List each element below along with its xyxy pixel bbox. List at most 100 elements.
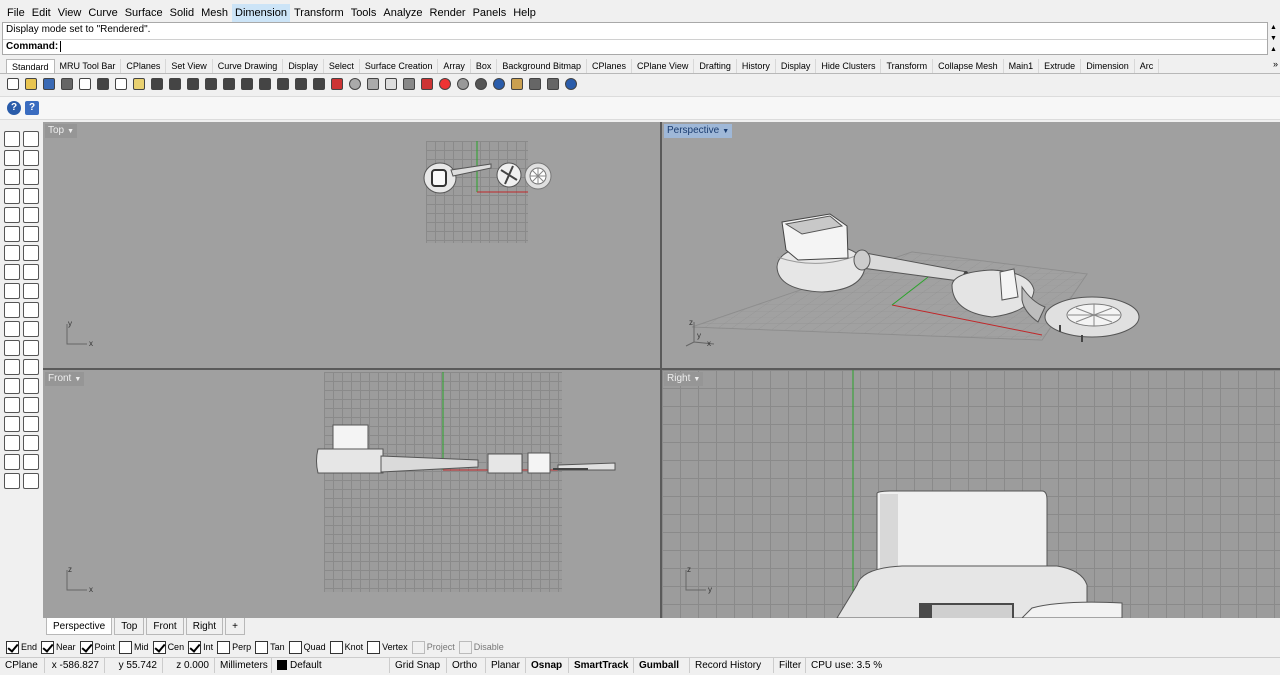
status-units[interactable]: Millimeters (215, 658, 272, 673)
circle-icon[interactable] (4, 169, 20, 185)
toolbar-tab-extrude[interactable]: Extrude (1039, 59, 1082, 73)
grid-snap-button[interactable]: Grid Snap (390, 658, 447, 673)
point-on-icon[interactable] (364, 76, 381, 93)
toolbar-tab-drafting[interactable]: Drafting (694, 59, 737, 73)
rectangle-icon[interactable] (23, 188, 39, 204)
dimension-icon[interactable] (4, 378, 20, 394)
toolbar-tabs-more-icon[interactable]: » (1273, 59, 1278, 69)
move-icon[interactable] (4, 321, 20, 337)
toolbar-tab-mru-tool-bar[interactable]: MRU Tool Bar (55, 59, 122, 73)
new-file-icon[interactable] (4, 76, 21, 93)
analyze-surface-icon[interactable] (418, 76, 435, 93)
scroll-down-icon[interactable]: ▼ (1268, 33, 1279, 44)
undo-icon[interactable] (148, 76, 165, 93)
viewport-front[interactable]: Front ▼ z x (43, 370, 660, 618)
menu-transform[interactable]: Transform (291, 4, 347, 22)
menu-view[interactable]: View (55, 4, 85, 22)
menu-panels[interactable]: Panels (470, 4, 510, 22)
toolbar-tab-cplanes[interactable]: CPlanes (121, 59, 167, 73)
boolean-union-icon[interactable] (4, 302, 20, 318)
viewport-label-right[interactable]: Right ▼ (664, 372, 704, 386)
toolbar-tab-array[interactable]: Array (438, 59, 471, 73)
viewport-tab-perspective[interactable]: Perspective (46, 618, 113, 635)
scale-icon[interactable] (23, 340, 39, 356)
toolbar-tab-dimension[interactable]: Dimension (1081, 59, 1135, 73)
hatch-icon[interactable] (23, 397, 39, 413)
extrude-icon[interactable] (23, 283, 39, 299)
toolbar-tab-history[interactable]: History (737, 59, 776, 73)
osnap-checkbox[interactable] (367, 640, 381, 654)
grid-options-icon[interactable] (310, 76, 327, 93)
toolbar-tab-collapse-mesh[interactable]: Collapse Mesh (933, 59, 1004, 73)
osnap-checkbox[interactable] (6, 640, 19, 654)
ortho-button[interactable]: Ortho (447, 658, 486, 673)
free-form-icon[interactable] (23, 207, 39, 223)
viewport-top[interactable]: Top ▼ y x (43, 122, 660, 368)
osnap-mid[interactable]: Mid (119, 640, 149, 654)
rotate-view-icon[interactable] (184, 76, 201, 93)
toolbar-tab-display[interactable]: Display (776, 59, 817, 73)
curve-cv-icon[interactable] (23, 150, 39, 166)
layer-settings-icon[interactable] (526, 76, 543, 93)
toolbar-tab-transform[interactable]: Transform (881, 59, 934, 73)
copy-icon[interactable] (112, 76, 129, 93)
box-icon[interactable] (4, 264, 20, 280)
chevron-down-icon[interactable]: ▼ (74, 373, 81, 387)
osnap-cen[interactable]: Cen (152, 640, 184, 654)
pan-icon[interactable] (166, 76, 183, 93)
zoom-dynamic-icon[interactable] (202, 76, 219, 93)
osnap-checkbox[interactable] (119, 640, 133, 654)
check-icon[interactable] (23, 454, 39, 470)
shaded-icon[interactable] (472, 76, 489, 93)
lock-icon[interactable] (400, 76, 417, 93)
osnap-near[interactable]: Near (41, 640, 76, 654)
point-icon[interactable] (23, 131, 39, 147)
rendered-sphere-icon[interactable] (490, 76, 507, 93)
toolbar-tab-main1[interactable]: Main1 (1004, 59, 1040, 73)
gumball-button[interactable]: Gumball (634, 658, 690, 673)
loft-icon[interactable] (23, 245, 39, 261)
status-layer[interactable]: Default (272, 658, 390, 673)
surface-corner-icon[interactable] (4, 245, 20, 261)
osnap-perp[interactable]: Perp (217, 640, 251, 654)
zoom-extents-icon[interactable] (238, 76, 255, 93)
smarttrack-button[interactable]: SmartTrack (569, 658, 634, 673)
transform-icon[interactable] (4, 359, 20, 375)
sphere-icon[interactable] (23, 264, 39, 280)
toolbar-tab-set-view[interactable]: Set View (166, 59, 213, 73)
osnap-button[interactable]: Osnap (526, 658, 569, 673)
status-cplane[interactable]: CPlane (0, 658, 45, 673)
toolbar-tab-select[interactable]: Select (324, 59, 360, 73)
osnap-checkbox[interactable] (41, 640, 55, 654)
menu-mesh[interactable]: Mesh (198, 4, 231, 22)
toolbar-tab-cplanes[interactable]: CPlanes (587, 59, 632, 73)
add-viewport-tab-button[interactable]: + (225, 618, 245, 635)
menu-analyze[interactable]: Analyze (380, 4, 425, 22)
open-file-icon[interactable] (22, 76, 39, 93)
paste-icon[interactable] (130, 76, 147, 93)
polyline-icon[interactable] (4, 150, 20, 166)
chevron-down-icon[interactable]: ▼ (67, 125, 74, 139)
osnap-knot[interactable]: Knot (329, 640, 363, 654)
menu-render[interactable]: Render (427, 4, 469, 22)
menu-tools[interactable]: Tools (348, 4, 380, 22)
osnap-int[interactable]: Int (188, 640, 213, 654)
menu-help[interactable]: Help (510, 4, 539, 22)
osnap-checkbox[interactable] (458, 640, 472, 654)
print-icon[interactable] (58, 76, 75, 93)
toolbar-tab-surface-creation[interactable]: Surface Creation (360, 59, 439, 73)
cut-icon[interactable] (94, 76, 111, 93)
osnap-point[interactable]: Point (79, 640, 115, 654)
viewport-tab-top[interactable]: Top (114, 618, 145, 635)
viewport-right[interactable]: Right ▼ z y (662, 370, 1280, 618)
light-icon[interactable] (382, 76, 399, 93)
command-scrollbar[interactable]: ▲ ▼ ▲ (1268, 22, 1279, 55)
analyze-direction-icon[interactable] (4, 454, 20, 470)
viewport-tab-right[interactable]: Right (185, 618, 224, 635)
render-icon[interactable] (4, 473, 20, 489)
osnap-checkbox[interactable] (288, 640, 302, 654)
viewport-label-perspective[interactable]: Perspective ▼ (664, 124, 733, 138)
undo-view-icon[interactable] (274, 76, 291, 93)
osnap-checkbox[interactable] (329, 640, 343, 654)
viewport-label-top[interactable]: Top ▼ (45, 124, 78, 139)
